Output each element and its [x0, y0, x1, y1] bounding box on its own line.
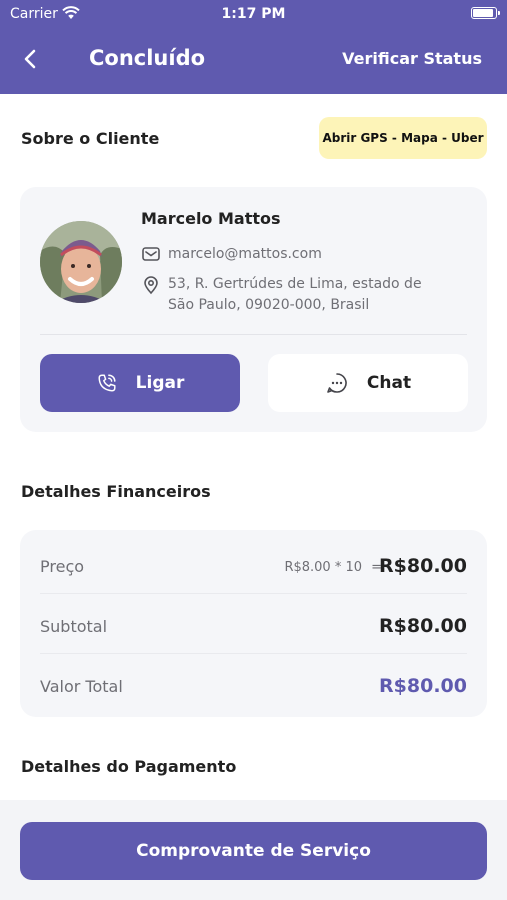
price-label: Preço: [40, 557, 85, 576]
price-row: Preço R$8.00 * 10 = R$80.00: [40, 534, 467, 594]
avatar: [40, 221, 122, 303]
client-address-line1: 53, R. Gertrúdes de Lima, estado de: [168, 276, 422, 292]
clock-time: 1:17 PM: [221, 6, 286, 22]
chat-button-label: Chat: [366, 373, 412, 393]
subtotal-label: Subtotal: [40, 617, 108, 636]
price-calculation: R$8.00 * 10: [284, 560, 362, 575]
verify-status-button[interactable]: Verificar Status: [342, 49, 482, 68]
chat-bubble-icon: [327, 373, 347, 393]
client-section-title: Sobre o Cliente: [21, 129, 160, 148]
price-value: R$80.00: [379, 555, 467, 577]
subtotal-value: R$80.00: [379, 615, 467, 637]
chat-button[interactable]: Chat: [268, 354, 468, 412]
battery-icon: [471, 7, 500, 19]
client-name: Marcelo Mattos: [141, 209, 281, 228]
page-title: Concluído: [89, 46, 206, 70]
back-arrow-icon[interactable]: [20, 48, 42, 70]
app-header: Carrier 1:17 PM Concluído Verificar Stat…: [0, 0, 507, 94]
battery-level: [473, 9, 493, 17]
total-label: Valor Total: [40, 677, 123, 696]
total-row: Valor Total R$80.00: [40, 654, 467, 714]
client-address-line2: São Paulo, 09020-000, Brasil: [168, 297, 370, 313]
payment-section-title: Detalhes do Pagamento: [21, 757, 237, 776]
service-receipt-button[interactable]: Comprovante de Serviço: [20, 822, 487, 880]
call-button-label: Ligar: [135, 373, 185, 393]
financial-card: Preço R$8.00 * 10 = R$80.00 Subtotal R$8…: [20, 530, 487, 717]
client-card: Marcelo Mattos marcelo@mattos.com 53, R.…: [20, 187, 487, 432]
status-bar: Carrier 1:17 PM: [0, 0, 507, 28]
total-value: R$80.00: [379, 675, 467, 697]
divider: [40, 334, 467, 335]
open-gps-button[interactable]: Abrir GPS - Mapa - Uber: [319, 117, 487, 159]
financial-section-title: Detalhes Financeiros: [21, 482, 211, 501]
mail-icon: [141, 244, 161, 264]
call-button[interactable]: Ligar: [40, 354, 240, 412]
location-pin-icon: [141, 275, 161, 295]
subtotal-row: Subtotal R$80.00: [40, 594, 467, 654]
client-email[interactable]: marcelo@mattos.com: [168, 244, 322, 265]
phone-icon: [98, 374, 116, 392]
